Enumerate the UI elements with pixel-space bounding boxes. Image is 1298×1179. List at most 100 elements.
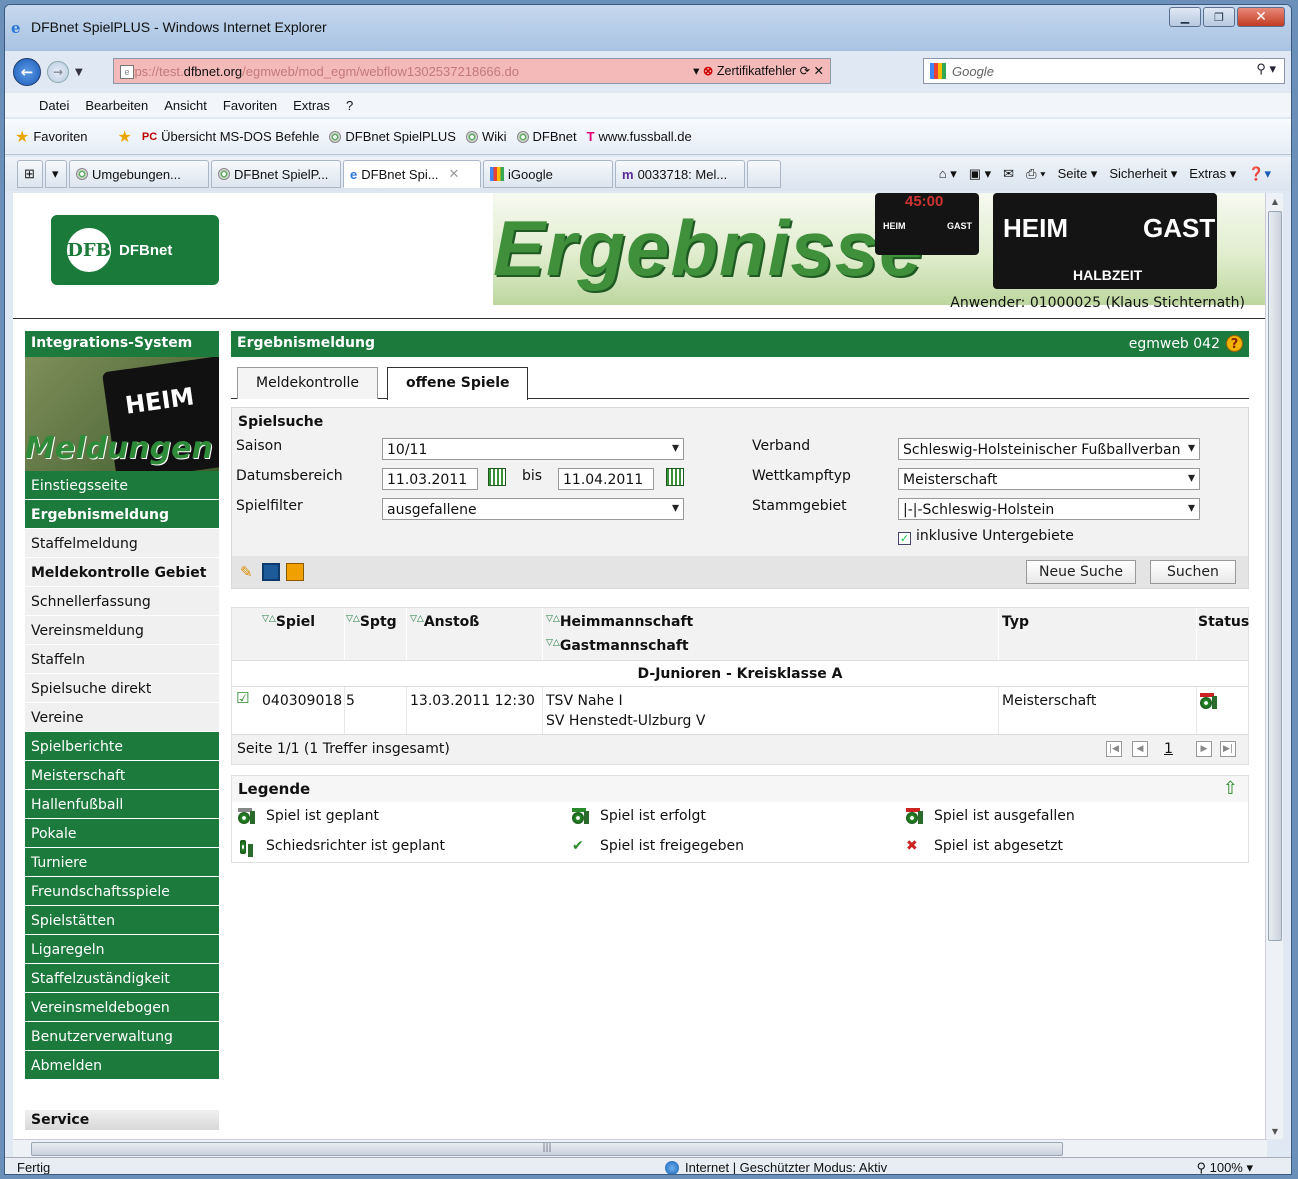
certificate-error[interactable]: ▾ ⊗ Zertifikatfehler ⟳ ✕ [693, 63, 824, 78]
cmd-extras[interactable]: Extras ▾ [1189, 166, 1236, 182]
browser-tab-igoogle[interactable]: iGoogle [483, 160, 613, 188]
page-number[interactable]: 1 [1164, 741, 1173, 757]
neue-suche-button[interactable]: Neue Suche [1026, 560, 1136, 584]
browser-tab-spielplus[interactable]: DFBnet SpielP... [211, 160, 341, 188]
suchen-button[interactable]: Suchen [1150, 560, 1236, 584]
recent-pages-icon[interactable]: ▼ [75, 67, 83, 78]
new-tab-button[interactable] [747, 160, 781, 188]
next-page-icon[interactable]: ▶ [1196, 741, 1212, 757]
verband-select[interactable]: Schleswig-Holsteinischer Fußballverban [898, 438, 1200, 460]
col-sptg[interactable]: ▽△Sptg [346, 614, 397, 630]
help-icon[interactable]: ❓▾ [1248, 166, 1271, 182]
sidebar-item-staffelzust-ndigkeit[interactable]: Staffelzuständigkeit [25, 964, 219, 993]
horizontal-scrollbar[interactable]: ||| [13, 1139, 1267, 1157]
back-button[interactable]: ← [13, 58, 41, 86]
last-page-icon[interactable]: ▶| [1220, 741, 1236, 757]
scroll-top-icon[interactable]: ⇧ [1223, 778, 1238, 799]
add-favorite-icon[interactable]: ★ [118, 127, 132, 147]
browser-tab-active[interactable]: e DFBnet Spi... ✕ [343, 160, 481, 188]
maximize-button[interactable]: ❐ [1203, 7, 1235, 27]
search-icon[interactable]: ⚲ ▾ [1256, 61, 1276, 77]
sidebar-item-vereinsmeldung[interactable]: Vereinsmeldung [25, 616, 219, 645]
sidebar-item-abmelden[interactable]: Abmelden [25, 1051, 219, 1080]
untergebiete-checkbox[interactable]: ✓ [898, 532, 911, 545]
url-field[interactable]: e https://test. dfbnet.org /egmweb/mod_e… [113, 58, 831, 84]
save-icon[interactable] [262, 563, 280, 581]
fav-item-spielplus[interactable]: DFBnet SpielPLUS [329, 129, 456, 144]
service-heading[interactable]: Service [25, 1110, 219, 1130]
dfbnet-logo[interactable]: DFB DFBnet [51, 215, 219, 285]
scroll-thumb[interactable] [1268, 211, 1282, 941]
zoom-control[interactable]: ⚲ 100% ▾ [1196, 1160, 1253, 1174]
sidebar-item-spielst-tten[interactable]: Spielstätten [25, 906, 219, 935]
sidebar-item-meisterschaft[interactable]: Meisterschaft [25, 761, 219, 790]
fav-item-fussball[interactable]: Twww.fussball.de [587, 129, 692, 144]
sidebar-item-schnellerfassung[interactable]: Schnellerfassung [25, 587, 219, 616]
sidebar-item-staffelmeldung[interactable]: Staffelmeldung [25, 529, 219, 558]
hscroll-thumb[interactable]: ||| [31, 1142, 1063, 1156]
calendar-from-icon[interactable] [488, 468, 506, 486]
sidebar-item-spielsuche-direkt[interactable]: Spielsuche direkt [25, 674, 219, 703]
cmd-sicherheit[interactable]: Sicherheit ▾ [1109, 166, 1177, 182]
saison-select[interactable]: 10/11 [382, 438, 684, 460]
scroll-up-icon[interactable]: ▲ [1266, 193, 1284, 209]
fav-item-wiki[interactable]: Wiki [465, 129, 507, 144]
vertical-scrollbar[interactable]: ▲ ▼ [1265, 193, 1283, 1139]
feeds-icon[interactable]: ▣ ▾ [969, 166, 991, 182]
calendar-to-icon[interactable] [666, 468, 684, 486]
search-input[interactable]: Google ⚲ ▾ [923, 58, 1285, 84]
tab-meldekontrolle[interactable]: Meldekontrolle [237, 367, 379, 399]
help-icon[interactable]: ? [1226, 335, 1243, 352]
sidebar-item-ergebnismeldung[interactable]: Ergebnismeldung [25, 500, 219, 529]
wettkampf-select[interactable]: Meisterschaft [898, 468, 1200, 490]
datum-from-input[interactable]: 11.03.2011 [382, 468, 478, 490]
sidebar-item-hallenfu-ball[interactable]: Hallenfußball [25, 790, 219, 819]
sidebar-item-vereine[interactable]: Vereine [25, 703, 219, 732]
delete-icon[interactable] [286, 563, 304, 581]
home-icon[interactable]: ⌂ ▾ [939, 166, 957, 182]
sidebar-item-freundschaftsspiele[interactable]: Freundschaftsspiele [25, 877, 219, 906]
sidebar-item-turniere[interactable]: Turniere [25, 848, 219, 877]
mail-icon[interactable]: ✉ [1003, 166, 1014, 182]
first-page-icon[interactable]: |◀ [1106, 741, 1122, 757]
close-button[interactable]: ✕ [1237, 7, 1285, 27]
quick-tabs-icon[interactable]: ⊞ [17, 160, 43, 188]
filter-select[interactable]: ausgefallene [382, 498, 684, 520]
menu-favoriten[interactable]: Favoriten [223, 98, 277, 113]
fav-item-msdos[interactable]: PC Übersicht MS-DOS Befehle [142, 129, 320, 144]
sidebar-item-meldekontrolle-gebiet[interactable]: Meldekontrolle Gebiet [25, 558, 219, 587]
zone-info[interactable]: Internet | Geschützter Modus: Aktiv [665, 1160, 887, 1174]
stamm-select[interactable]: |-|-Schleswig-Holstein [898, 498, 1200, 520]
sidebar-item-ligaregeln[interactable]: Ligaregeln [25, 935, 219, 964]
prev-page-icon[interactable]: ◀ [1132, 741, 1148, 757]
minimize-button[interactable]: ▁ [1169, 7, 1201, 27]
sidebar-item-vereinsmeldebogen[interactable]: Vereinsmeldebogen [25, 993, 219, 1022]
scroll-down-icon[interactable]: ▼ [1266, 1123, 1284, 1139]
menu-datei[interactable]: Datei [39, 98, 69, 113]
menu-extras[interactable]: Extras [293, 98, 330, 113]
sidebar-item-staffeln[interactable]: Staffeln [25, 645, 219, 674]
col-heim[interactable]: ▽△Heimmannschaft [546, 614, 693, 630]
sidebar-item-pokale[interactable]: Pokale [25, 819, 219, 848]
table-row[interactable]: ☑ 040309018 5 13.03.2011 12:30 TSV Nahe … [232, 686, 1248, 735]
export-icon[interactable]: ✎ [240, 563, 258, 581]
browser-tab-umgebungen[interactable]: Umgebungen... [69, 160, 209, 188]
report-icon[interactable]: ☑ [236, 689, 249, 707]
sidebar-item-benutzerverwaltung[interactable]: Benutzerverwaltung [25, 1022, 219, 1051]
col-anstoss[interactable]: ▽△Anstoß [410, 614, 479, 630]
status-cancelled-icon[interactable] [1200, 693, 1220, 709]
datum-to-input[interactable]: 11.04.2011 [558, 468, 654, 490]
browser-tab-mantis[interactable]: m 0033718: Mel... [615, 160, 745, 188]
print-icon[interactable]: ⎙ ▾ [1026, 166, 1045, 182]
fav-item-dfbnet[interactable]: DFBnet [516, 129, 577, 144]
menu-bearbeiten[interactable]: Bearbeiten [85, 98, 148, 113]
close-tab-icon[interactable]: ✕ [449, 166, 460, 182]
forward-button[interactable]: → [47, 61, 69, 83]
sidebar-item-spielberichte[interactable]: Spielberichte [25, 732, 219, 761]
cmd-seite[interactable]: Seite ▾ [1058, 166, 1098, 182]
menu-help[interactable]: ? [346, 98, 353, 113]
sidebar-item-einstiegsseite[interactable]: Einstiegsseite [25, 471, 219, 500]
menu-ansicht[interactable]: Ansicht [164, 98, 207, 113]
col-gast[interactable]: ▽△Gastmannschaft [546, 638, 689, 654]
col-spiel[interactable]: ▽△Spiel [262, 614, 315, 630]
